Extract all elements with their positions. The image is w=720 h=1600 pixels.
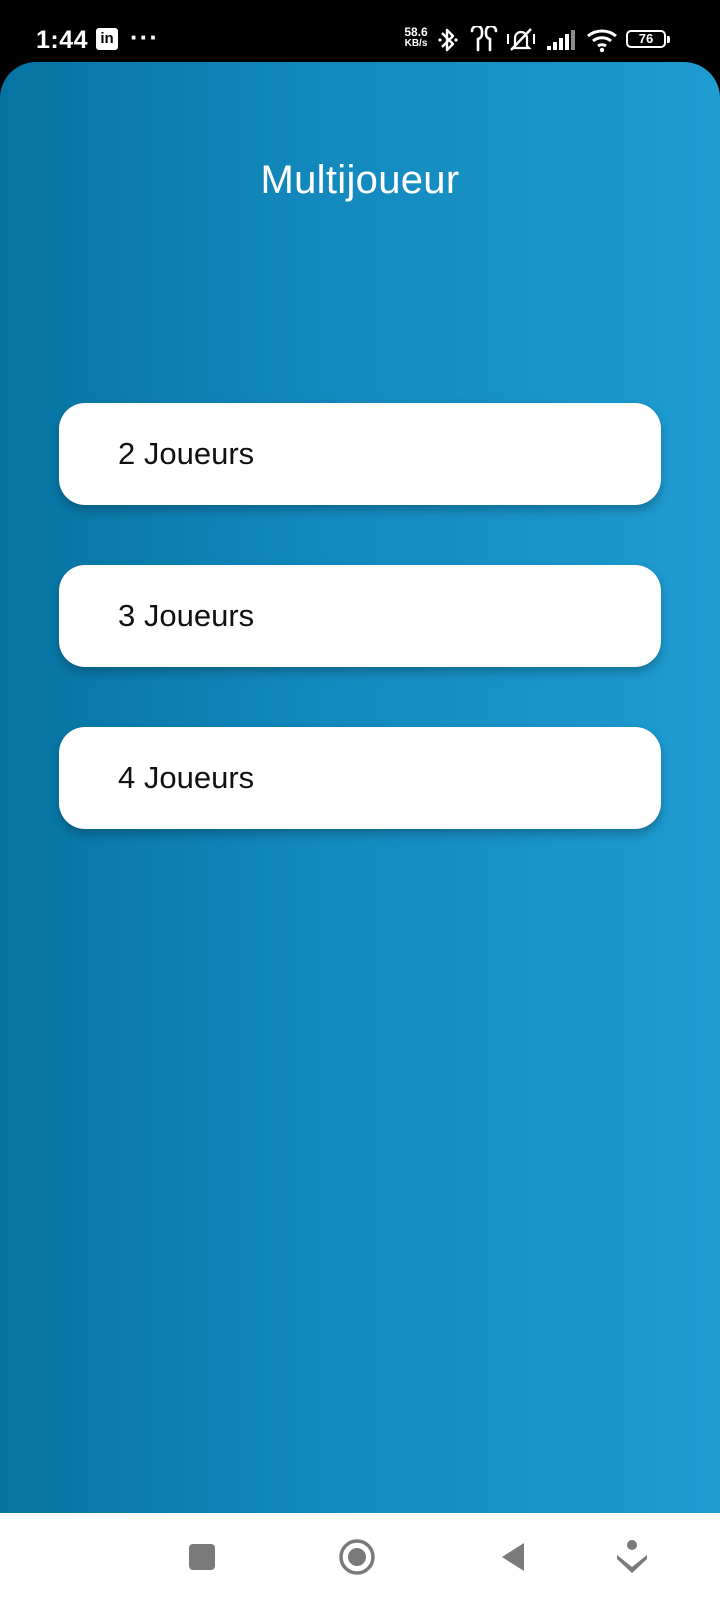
network-speed-value: 58.6 [404, 25, 428, 39]
recents-icon[interactable] [182, 1537, 222, 1577]
bluetooth-icon [438, 28, 458, 52]
option-label: 4 Joueurs [118, 760, 255, 795]
home-icon[interactable] [337, 1537, 377, 1577]
signal-icon [547, 30, 575, 50]
multiplayer-screen: Multijoueur 2 Joueurs 3 Joueurs 4 Joueur… [0, 62, 720, 1513]
player-count-options: 2 Joueurs 3 Joueurs 4 Joueurs [59, 403, 661, 889]
option-label: 3 Joueurs [118, 598, 255, 633]
status-time: 1:44 [36, 26, 89, 54]
navigation-bar [0, 1513, 720, 1600]
network-speed-unit: KB/s [404, 38, 428, 49]
linkedin-icon: in [96, 28, 118, 50]
option-label: 2 Joueurs [118, 436, 255, 471]
two-players-button[interactable]: 2 Joueurs [59, 403, 661, 505]
back-icon[interactable] [494, 1537, 534, 1577]
three-players-button[interactable]: 3 Joueurs [59, 565, 661, 667]
assistant-icon[interactable] [612, 1537, 652, 1577]
page-title: Multijoueur [260, 158, 460, 202]
network-speed: 58.6 KB/s [398, 26, 434, 50]
wifi-icon [587, 29, 617, 53]
battery-icon: 76 [626, 30, 670, 48]
four-players-button[interactable]: 4 Joueurs [59, 727, 661, 829]
more-notifications-icon: ··· [130, 22, 159, 52]
vibrate-off-icon [507, 28, 535, 51]
earbuds-icon [470, 26, 498, 52]
